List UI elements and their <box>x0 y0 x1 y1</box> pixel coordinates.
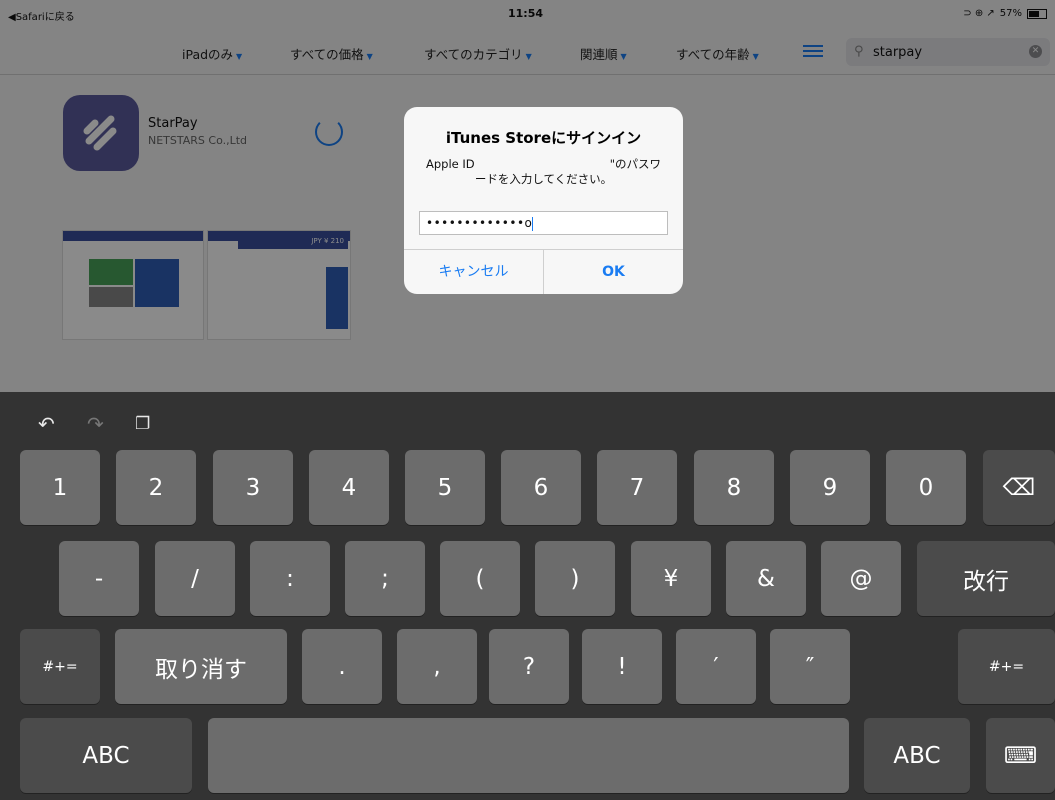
key-at[interactable]: @ <box>821 541 901 616</box>
keyboard: ↶ ↷ ❐ 1 2 3 4 5 6 7 8 9 0 ⌫ - / : ; ( ) … <box>0 392 1055 800</box>
key-semicolon[interactable]: ; <box>345 541 425 616</box>
undo-key[interactable]: 取り消す <box>115 629 287 704</box>
key-colon[interactable]: : <box>250 541 330 616</box>
key-slash[interactable]: / <box>155 541 235 616</box>
backspace-icon: ⌫ <box>1002 474 1036 501</box>
key-exclamation[interactable]: ! <box>582 629 662 704</box>
backspace-key[interactable]: ⌫ <box>983 450 1055 525</box>
key-ampersand[interactable]: & <box>726 541 806 616</box>
key-comma[interactable]: , <box>397 629 477 704</box>
ok-button[interactable]: OK <box>544 250 683 294</box>
key-hyphen[interactable]: - <box>59 541 139 616</box>
sign-in-dialog: iTunes Storeにサインイン Apple ID "のパスワ ードを入力して… <box>404 107 683 294</box>
paste-icon[interactable]: ❐ <box>135 414 150 434</box>
undo-icon[interactable]: ↶ <box>38 412 55 436</box>
return-key[interactable]: 改行 <box>917 541 1055 616</box>
key-1[interactable]: 1 <box>20 450 100 525</box>
dialog-buttons: キャンセル OK <box>404 249 683 294</box>
key-4[interactable]: 4 <box>309 450 389 525</box>
key-3[interactable]: 3 <box>213 450 293 525</box>
key-period[interactable]: . <box>302 629 382 704</box>
key-open-paren[interactable]: ( <box>440 541 520 616</box>
abc-key-right[interactable]: ABC <box>864 718 970 793</box>
shift-symbols-key-right[interactable]: #+= <box>958 629 1055 704</box>
shift-symbols-key-left[interactable]: #+= <box>20 629 100 704</box>
dialog-title: iTunes Storeにサインイン <box>445 129 642 147</box>
key-prime[interactable]: ′ <box>676 629 756 704</box>
key-2[interactable]: 2 <box>116 450 196 525</box>
key-yen[interactable]: ¥ <box>631 541 711 616</box>
key-close-paren[interactable]: ) <box>535 541 615 616</box>
space-key[interactable] <box>208 718 849 793</box>
key-0[interactable]: 0 <box>886 450 966 525</box>
key-5[interactable]: 5 <box>405 450 485 525</box>
key-6[interactable]: 6 <box>501 450 581 525</box>
redo-icon[interactable]: ↷ <box>87 412 104 436</box>
dialog-message: Apple ID "のパスワ ードを入力してください。 <box>426 157 661 186</box>
key-double-prime[interactable]: ″ <box>770 629 850 704</box>
dismiss-keyboard-key[interactable]: ⌨ <box>986 718 1055 793</box>
key-7[interactable]: 7 <box>597 450 677 525</box>
key-question[interactable]: ? <box>489 629 569 704</box>
key-9[interactable]: 9 <box>790 450 870 525</box>
password-field[interactable]: •••••••••••••o <box>419 211 668 235</box>
key-8[interactable]: 8 <box>694 450 774 525</box>
cancel-button[interactable]: キャンセル <box>404 250 543 294</box>
abc-key-left[interactable]: ABC <box>20 718 192 793</box>
keyboard-dismiss-icon: ⌨ <box>1003 742 1038 769</box>
